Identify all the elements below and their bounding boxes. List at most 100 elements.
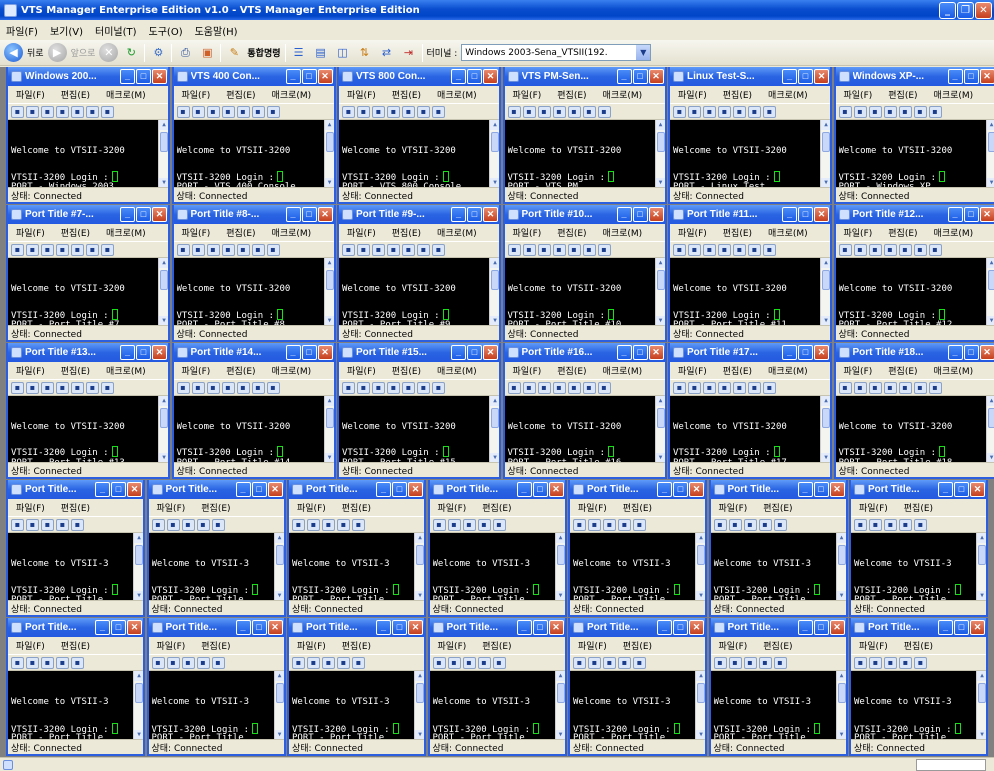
new-icon[interactable]: ▪ (537, 105, 551, 118)
paste-icon[interactable]: ▪ (211, 518, 225, 531)
paste-icon[interactable]: ▪ (898, 105, 912, 118)
vertical-scrollbar[interactable]: ▲ ▼ (985, 120, 994, 188)
scroll-up-icon[interactable]: ▲ (836, 671, 846, 681)
vertical-scrollbar[interactable]: ▲ ▼ (158, 120, 168, 188)
new-icon[interactable]: ▪ (703, 243, 716, 256)
new-icon[interactable]: ▪ (462, 656, 476, 669)
new-icon[interactable]: ▪ (868, 381, 882, 394)
copy-icon[interactable]: ▪ (56, 656, 69, 669)
scroll-thumb[interactable] (656, 408, 665, 428)
minimize-button[interactable]: _ (95, 620, 110, 635)
minimize-button[interactable]: _ (616, 345, 632, 360)
terminal-window[interactable]: Port Title #15... _ □ ✕ 파일(F) 편집(E) 매크로(M)… (337, 343, 501, 479)
terminal-icon[interactable] (713, 484, 725, 495)
copy-icon[interactable]: ▪ (552, 381, 566, 394)
connect-icon[interactable]: ▪ (191, 243, 205, 256)
window-title-bar[interactable]: VTS 800 Con... _ □ ✕ (339, 67, 499, 86)
scroll-thumb[interactable] (822, 270, 830, 290)
save-icon[interactable]: ▪ (176, 243, 190, 256)
scroll-up-icon[interactable]: ▲ (274, 671, 284, 681)
terminal-window[interactable]: Port Title... _ □ ✕ 파일(F) 편집(E) ▪ ▪ ▪ ▪ ▪ Wel… (427, 618, 567, 756)
scroll-thumb[interactable] (697, 683, 705, 703)
terminal-screen[interactable]: Welcome to VTSII-3200 PORT - Windows 200… (8, 120, 168, 188)
connect-icon[interactable]: ▪ (307, 656, 320, 669)
scroll-thumb[interactable] (837, 683, 846, 703)
maximize-button[interactable]: □ (673, 482, 688, 497)
vertical-scrollbar[interactable]: ▲ ▼ (273, 533, 284, 601)
terminal-icon[interactable] (342, 71, 353, 82)
connect-icon[interactable]: ▪ (869, 518, 882, 531)
terminal-screen[interactable]: Welcome to VTSII-3 PORT - Port Title VTS… (148, 533, 284, 601)
terminal-window[interactable]: Port Title... _ □ ✕ 파일(F) 편집(E) ▪ ▪ ▪ ▪ ▪ Wel… (287, 618, 426, 756)
terminal-screen[interactable]: Welcome to VTSII-3200 PORT - Port Title … (835, 258, 994, 326)
connect-icon[interactable]: ▪ (26, 105, 39, 118)
terminal-screen[interactable]: Welcome to VTSII-3 PORT - Port Title VTS… (710, 533, 846, 601)
save-icon[interactable]: ▪ (151, 518, 165, 531)
new-icon[interactable]: ▪ (372, 105, 385, 118)
window-menu-item[interactable]: 파일(F) (678, 364, 707, 377)
paste-icon[interactable]: ▪ (236, 105, 250, 118)
terminal-window[interactable]: Port Title #10... _ □ ✕ 파일(F) 편집(E) 매크로(M)… (502, 205, 667, 342)
terminal-icon[interactable] (176, 209, 188, 220)
copy-icon[interactable]: ▪ (883, 381, 897, 394)
window-menu-item[interactable]: 편집(E) (482, 639, 511, 652)
maximize-button[interactable]: □ (251, 620, 267, 635)
send-icon[interactable]: ▪ (748, 381, 761, 394)
send-icon[interactable]: ▪ (748, 105, 761, 118)
scroll-up-icon[interactable]: ▲ (324, 258, 334, 268)
window-title-bar[interactable]: Port Title #7-... _ □ ✕ (8, 205, 168, 224)
terminal-window[interactable]: Port Title... _ □ ✕ 파일(F) 편집(E) ▪ ▪ ▪ ▪ ▪ Wel… (427, 480, 567, 617)
save-icon[interactable]: ▪ (11, 243, 24, 256)
save-icon[interactable]: ▪ (573, 656, 586, 669)
scroll-thumb[interactable] (697, 545, 705, 565)
window-menu-item[interactable]: 편집(E) (723, 364, 752, 377)
window-menu-item[interactable]: 파일(F) (438, 639, 467, 652)
window-title-bar[interactable]: Port Title #12... _ □ ✕ (835, 205, 994, 224)
send-icon[interactable]: ▪ (417, 105, 430, 118)
copy-icon[interactable]: ▪ (883, 105, 897, 118)
window-title-bar[interactable]: Port Title... _ □ ✕ (710, 618, 846, 637)
menu-help[interactable]: 도움말(H) (195, 23, 238, 38)
forward-arrow-icon[interactable]: ▶ (47, 43, 67, 62)
window-menu-item[interactable]: 편집(E) (61, 501, 90, 514)
paste-icon[interactable]: ▪ (733, 381, 746, 394)
window-menu-item[interactable]: 파일(F) (16, 501, 45, 514)
receive-icon[interactable]: ▪ (597, 243, 611, 256)
terminal-window[interactable]: Port Title... _ □ ✕ 파일(F) 편집(E) ▪ ▪ ▪ ▪ ▪ Wel… (146, 618, 286, 756)
terminal-window[interactable]: Port Title #8-... _ □ ✕ 파일(F) 편집(E) 매크로(M)… (171, 205, 336, 342)
scroll-up-icon[interactable]: ▲ (821, 258, 830, 268)
terminal-screen[interactable]: Welcome to VTSII-3200 PORT - VTS 400 Con… (173, 120, 334, 188)
terminal-icon[interactable] (11, 484, 22, 495)
terminal-icon[interactable] (507, 347, 519, 358)
close-button[interactable]: ✕ (317, 69, 333, 84)
terminal-icon[interactable] (854, 622, 865, 633)
save-icon[interactable]: ▪ (673, 105, 686, 118)
terminal-screen[interactable]: Welcome to VTSII-3 PORT - Port Title VTS… (429, 533, 565, 601)
scroll-up-icon[interactable]: ▲ (986, 396, 994, 406)
new-icon[interactable]: ▪ (322, 656, 335, 669)
new-icon[interactable]: ▪ (868, 105, 882, 118)
window-menu-item[interactable]: 파일(F) (513, 226, 542, 239)
send-icon[interactable]: ▪ (582, 243, 596, 256)
paste-icon[interactable]: ▪ (492, 518, 506, 531)
copy-icon[interactable]: ▪ (56, 243, 69, 256)
window-title-bar[interactable]: Port Title... _ □ ✕ (851, 618, 986, 637)
window-menu-item[interactable]: 매크로(M) (437, 226, 477, 239)
maximize-button[interactable]: □ (467, 69, 482, 84)
window-title-bar[interactable]: Port Title #9-... _ □ ✕ (339, 205, 499, 224)
scroll-thumb[interactable] (822, 132, 830, 152)
window-menu-item[interactable]: 편집(E) (61, 364, 90, 377)
window-menu-item[interactable]: 파일(F) (347, 364, 376, 377)
receive-icon[interactable]: ▪ (266, 381, 280, 394)
window-menu-item[interactable]: 파일(F) (678, 88, 707, 101)
connect-icon[interactable]: ▪ (853, 381, 867, 394)
minimize-button[interactable]: _ (782, 345, 797, 360)
copy-icon[interactable]: ▪ (618, 518, 631, 531)
minimize-button[interactable]: _ (947, 207, 963, 222)
terminal-icon[interactable] (292, 622, 303, 633)
send-icon[interactable]: ▪ (582, 381, 596, 394)
new-icon[interactable]: ▪ (743, 656, 757, 669)
scroll-thumb[interactable] (822, 408, 830, 428)
terminal-screen[interactable]: Welcome to VTSII-3200 PORT - Port Title … (339, 258, 499, 326)
paste-icon[interactable]: ▪ (914, 656, 927, 669)
